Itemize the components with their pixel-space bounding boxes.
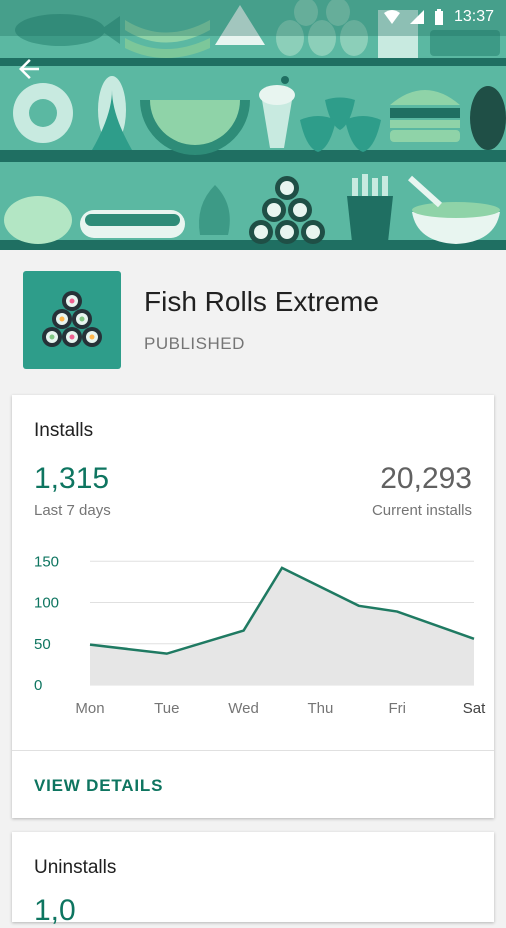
app-icon — [23, 271, 121, 369]
header-illustration: 13:37 — [0, 0, 506, 250]
installs-card-title: Installs — [34, 420, 94, 441]
installs-area-chart: 0 50 100 150 Mon Tue Wed Thu Fri Sat — [34, 553, 486, 717]
status-time: 13:37 — [453, 8, 494, 25]
chart-x-tick-label: Thu — [307, 700, 333, 717]
food-shelf-illustration — [0, 0, 506, 250]
back-button[interactable] — [14, 54, 54, 90]
chart-x-tick-label: Sat — [463, 700, 486, 717]
chart-x-tick-label: Tue — [154, 700, 179, 717]
status-bar: 13:37 — [0, 0, 506, 36]
view-details-button[interactable]: VIEW DETAILS — [34, 776, 163, 796]
installs-last7-metric: 1,315 Last 7 days — [34, 462, 111, 519]
uninstalls-card: Uninstalls 1,0 — [12, 832, 494, 927]
app-summary: Fish Rolls Extreme PUBLISHED — [0, 250, 506, 390]
battery-icon — [434, 9, 443, 25]
chart-y-tick-label: 0 — [34, 677, 42, 694]
app-title: Fish Rolls Extreme — [144, 286, 379, 317]
arrow-back-icon — [19, 59, 39, 79]
chart-y-tick-label: 100 — [34, 595, 59, 612]
uninstalls-value: 1,0 — [34, 894, 76, 927]
signal-icon — [409, 10, 424, 24]
installs-last7-label: Last 7 days — [34, 502, 111, 519]
installs-card: Installs 1,315 Last 7 days 20,293 Curren… — [12, 395, 494, 818]
current-installs-label: Current installs — [371, 502, 472, 519]
app-status-label: PUBLISHED — [144, 334, 245, 353]
chart-x-tick-label: Wed — [228, 700, 259, 717]
chart-x-tick-label: Fri — [388, 700, 406, 717]
wifi-icon — [383, 10, 400, 24]
card-divider — [12, 750, 494, 751]
current-installs-value: 20,293 — [380, 462, 472, 495]
chart-y-tick-label: 150 — [34, 553, 59, 570]
current-installs-metric: 20,293 Current installs — [372, 462, 472, 519]
uninstalls-card-title: Uninstalls — [34, 857, 117, 878]
chart-x-tick-label: Mon — [75, 700, 104, 717]
chart-area-fill — [90, 567, 474, 685]
sushi-roll-icon — [42, 291, 102, 347]
chart-y-tick-label: 50 — [34, 636, 51, 653]
installs-last7-value: 1,315 — [34, 462, 110, 495]
